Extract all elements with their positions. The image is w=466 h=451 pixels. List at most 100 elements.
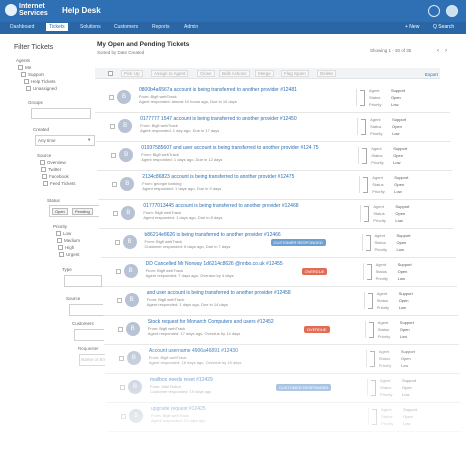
search-button[interactable]: Q Search: [433, 24, 454, 30]
status-value[interactable]: Open: [392, 124, 402, 129]
priority-value[interactable]: Low: [392, 131, 399, 136]
ticket-subject[interactable]: upgrade request #12425: [151, 406, 206, 412]
merge-button[interactable]: Merge: [255, 70, 274, 77]
flag-spam-button[interactable]: Flag Spam: [281, 70, 309, 77]
ticket-subject[interactable]: 01937585607 and user account is being tr…: [141, 145, 318, 151]
ticket-checkbox[interactable]: [112, 182, 118, 187]
ticket-checkbox[interactable]: [120, 385, 125, 390]
agent-value[interactable]: Support: [393, 146, 407, 151]
ticket-row[interactable]: B 2134c86823 account is being transferred…: [98, 171, 454, 200]
ticket-row[interactable]: B 0800b4a6567a account is being transferr…: [95, 84, 450, 113]
ticket-checkbox[interactable]: [110, 124, 116, 129]
groups-field[interactable]: [31, 108, 91, 119]
priority-value[interactable]: Low: [400, 334, 407, 339]
nav-tickets[interactable]: Tickets: [46, 23, 68, 31]
priority-value[interactable]: Low: [393, 160, 400, 165]
agent-value[interactable]: Support: [399, 291, 413, 296]
ticket-row[interactable]: B DD Cancelled Mr Norway 1d6214c8626 @nnb…: [101, 258, 457, 287]
agent-value[interactable]: Support: [401, 349, 415, 354]
agent-value[interactable]: Support: [394, 175, 408, 180]
sort-label[interactable]: Sorted by Date Created: [97, 50, 144, 55]
ticket-checkbox[interactable]: [115, 269, 121, 274]
agent-value[interactable]: Support: [402, 378, 416, 383]
ticket-checkbox[interactable]: [116, 298, 122, 303]
agent-checkbox[interactable]: [24, 79, 29, 84]
ticket-subject[interactable]: 0177777 1547 account is being transferre…: [140, 116, 297, 122]
status-value[interactable]: Open: [398, 269, 408, 274]
priority-value[interactable]: Low: [402, 392, 409, 397]
next-page-icon[interactable]: ›: [445, 48, 447, 54]
source-checkbox[interactable]: [41, 167, 46, 172]
priority-value[interactable]: Low: [399, 305, 406, 310]
ticket-checkbox[interactable]: [109, 95, 114, 100]
brand-logo[interactable]: Internet Services: [5, 3, 55, 19]
ticket-checkbox[interactable]: [113, 211, 119, 216]
agent-checkbox[interactable]: [18, 65, 23, 70]
nav-dashboard[interactable]: Dashboard: [10, 24, 34, 30]
assign-button[interactable]: Assign to Agent: [151, 70, 189, 77]
nav-reports[interactable]: Reports: [152, 24, 170, 30]
ticket-subject[interactable]: Account username 4906a46891 #12430: [149, 348, 238, 354]
ticket-subject[interactable]: Stock request for Monarch Computers and …: [148, 319, 274, 325]
status-value[interactable]: Open: [391, 95, 401, 100]
ticket-row[interactable]: B Stock request for Monarch Computers and…: [103, 316, 459, 345]
ticket-row[interactable]: Bb86214e8626 is being transferred to ano…: [100, 229, 456, 258]
agent-value[interactable]: Support: [392, 117, 406, 122]
nav-admin[interactable]: Admin: [184, 24, 198, 30]
source-checkbox[interactable]: [42, 174, 47, 179]
priority-value[interactable]: Low: [401, 363, 408, 368]
ticket-checkbox[interactable]: [117, 327, 123, 332]
status-value[interactable]: Open: [403, 414, 413, 419]
agent-value[interactable]: Support: [400, 320, 414, 325]
nav-customers[interactable]: Customers: [114, 24, 138, 30]
ticket-row[interactable]: B 01937585607 and user account is being t…: [97, 142, 453, 171]
status-tag-pending[interactable]: Pending: [72, 208, 93, 215]
ticket-subject[interactable]: b86214e8626 is being transferred to anot…: [145, 232, 281, 238]
agent-value[interactable]: Support: [391, 88, 405, 93]
source-checkbox[interactable]: [43, 181, 48, 186]
priority-checkbox[interactable]: [56, 231, 61, 236]
status-value[interactable]: Open: [401, 356, 411, 361]
chevron-down-icon[interactable]: ▾: [180, 42, 182, 48]
bulk-actions-button[interactable]: Bulk Actions: [219, 70, 250, 77]
priority-checkbox[interactable]: [59, 252, 64, 257]
help-icon[interactable]: [428, 5, 440, 17]
status-value[interactable]: Open: [399, 298, 409, 303]
agent-value[interactable]: Support: [395, 204, 409, 209]
status-value[interactable]: Open: [393, 153, 403, 158]
priority-value[interactable]: Low: [397, 247, 404, 252]
ticket-checkbox[interactable]: [111, 153, 117, 158]
agent-checkbox[interactable]: [21, 72, 26, 77]
new-button[interactable]: + New: [405, 24, 419, 30]
ticket-row[interactable]: Bmailbox needs reset #12429 From: Mail Ro…: [106, 374, 461, 403]
ticket-row[interactable]: B 01777013445 account is being transferre…: [99, 200, 455, 229]
nav-solutions[interactable]: Solutions: [80, 24, 101, 30]
ticket-subject[interactable]: 0800b4a6567a account is being transferre…: [139, 87, 297, 93]
export-link[interactable]: Export: [425, 72, 438, 77]
ticket-row[interactable]: B Account username 4906a46891 #12430 From:…: [104, 345, 460, 374]
priority-checkbox[interactable]: [58, 245, 63, 250]
agent-value[interactable]: Support: [403, 407, 417, 412]
status-tag-open[interactable]: Open: [52, 208, 68, 215]
agent-value[interactable]: Support: [398, 262, 412, 267]
ticket-subject[interactable]: DD Cancelled Mr Norway 1d6214c8626 @nnbo…: [146, 261, 283, 267]
prev-page-icon[interactable]: ‹: [437, 48, 439, 54]
priority-value[interactable]: Low: [395, 218, 402, 223]
status-value[interactable]: Open: [397, 240, 407, 245]
ticket-subject[interactable]: mailbox needs reset #12429: [150, 377, 213, 383]
ticket-row[interactable]: B 0177777 1547 account is being transferr…: [96, 113, 452, 142]
ticket-checkbox[interactable]: [118, 356, 124, 361]
priority-value[interactable]: Low: [398, 276, 405, 281]
status-value[interactable]: Open: [394, 182, 404, 187]
status-value[interactable]: Open: [395, 211, 405, 216]
select-all-checkbox[interactable]: [108, 71, 113, 76]
status-value[interactable]: Open: [400, 327, 410, 332]
delete-button[interactable]: Delete: [317, 70, 337, 77]
ticket-subject[interactable]: 2134c86823 account is being transferred …: [142, 174, 294, 180]
ticket-row[interactable]: Bupgrade request #12425 From: Bigfl webTr…: [107, 403, 463, 432]
ticket-subject[interactable]: 01777013445 account is being transferred…: [143, 203, 298, 209]
ticket-subject[interactable]: and user account is being transferred to…: [147, 290, 291, 296]
source-checkbox[interactable]: [40, 160, 45, 165]
avatar[interactable]: [446, 5, 458, 17]
priority-value[interactable]: Low: [391, 102, 398, 107]
